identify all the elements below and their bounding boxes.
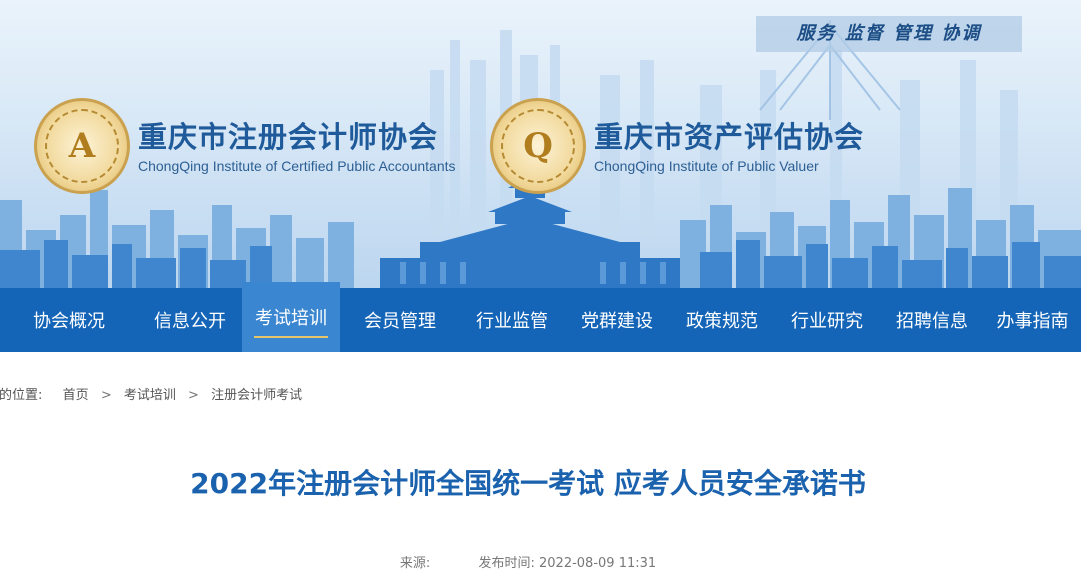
org-valuer: Q 重庆市资产评估协会 ChongQing Institute of Publi… (490, 98, 864, 194)
article-meta: 来源: 发布时间: 2022-08-09 11:31 (0, 552, 1056, 571)
cicpa-seal-icon: A (34, 98, 130, 194)
valuer-seal-icon: Q (490, 98, 586, 194)
breadcrumb-prefix: 您的位置: (0, 388, 43, 403)
breadcrumb: 您的位置: 首页 > 考试培训 > 注册会计师考试 (0, 384, 302, 403)
nav-item-policy[interactable]: 政策规范 (670, 288, 774, 352)
nav-item-members[interactable]: 会员管理 (340, 288, 460, 352)
org-cicpa-name-cn: 重庆市注册会计师协会 (138, 120, 439, 154)
nav-item-guide[interactable]: 办事指南 (984, 288, 1081, 352)
nav-item-exam-training[interactable]: 考试培训 (242, 282, 340, 352)
nav-item-info[interactable]: 信息公开 (138, 288, 242, 352)
header-banner: 服务 监督 管理 协调 A 重庆市注册会计师协会 ChongQing Insti… (0, 0, 1081, 288)
breadcrumb-separator: > (100, 388, 112, 403)
published-value: 2022-08-09 11:31 (539, 556, 657, 571)
published-label: 发布时间: (478, 556, 535, 571)
breadcrumb-separator: > (188, 388, 199, 403)
breadcrumb-exam-training-link[interactable]: 考试培训 (124, 388, 176, 403)
main-nav: 协会概况 信息公开 考试培训 会员管理 行业监管 党群建设 政策规范 行业研究 … (0, 282, 1081, 352)
source-label: 来源: (399, 556, 431, 571)
nav-item-supervision[interactable]: 行业监管 (460, 288, 564, 352)
article-title: 2022年注册会计师全国统一考试 应考人员安全承诺书 (190, 467, 866, 500)
org-valuer-name-cn: 重庆市资产评估协会 (594, 120, 865, 154)
org-valuer-name-en: ChongQing Institute of Public Valuer (594, 158, 819, 174)
breadcrumb-cpa-exam-link[interactable]: 注册会计师考试 (211, 388, 302, 403)
nav-item-party[interactable]: 党群建设 (564, 288, 670, 352)
breadcrumb-home-link[interactable]: 首页 (63, 388, 89, 403)
org-cicpa-name-en: ChongQing Institute of Certified Public … (138, 158, 456, 174)
org-cicpa: A 重庆市注册会计师协会 ChongQing Institute of Cert… (34, 98, 456, 194)
motto-banner: 服务 监督 管理 协调 (756, 16, 1022, 52)
nav-item-recruit[interactable]: 招聘信息 (880, 288, 984, 352)
nav-item-research[interactable]: 行业研究 (774, 288, 880, 352)
nav-item-about[interactable]: 协会概况 (0, 288, 138, 352)
